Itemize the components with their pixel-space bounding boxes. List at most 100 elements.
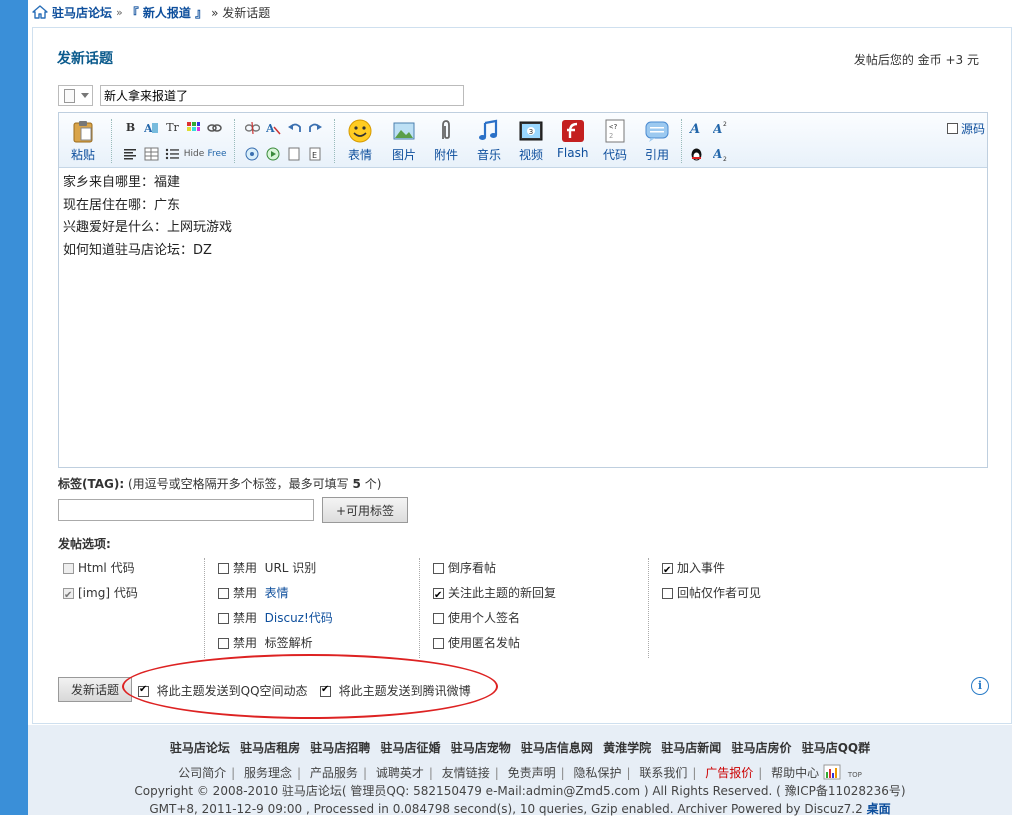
image-icon xyxy=(393,122,415,140)
subject-input[interactable] xyxy=(100,85,464,106)
footer-nav-link[interactable]: 友情链接 xyxy=(442,766,490,780)
discuz-code-link[interactable]: Discuz!代码 xyxy=(265,611,333,625)
submit-post-button[interactable]: 发新话题 xyxy=(58,677,132,702)
subscript-icon[interactable]: A2 xyxy=(713,147,728,161)
footer-link[interactable]: 驻马店招聘 xyxy=(310,741,370,755)
option-img-code[interactable]: [img] 代码 xyxy=(63,583,138,608)
color-grid-icon[interactable] xyxy=(186,121,201,135)
breadcrumb-forum-link[interactable]: 『 新人报道 』 xyxy=(127,4,207,21)
footer-desktop-link[interactable]: 桌面 xyxy=(867,802,891,816)
footer-link[interactable]: 驻马店新闻 xyxy=(661,741,721,755)
flash-button[interactable]: Flash xyxy=(557,119,588,160)
option-add-event[interactable]: 加入事件 xyxy=(662,558,761,583)
footer-link[interactable]: 驻马店宠物 xyxy=(451,741,511,755)
list-icon[interactable] xyxy=(165,147,180,161)
option-follow-replies[interactable]: 关注此主题的新回复 xyxy=(433,583,556,608)
superscript-icon[interactable]: A2 xyxy=(713,121,728,135)
footer-nav-link[interactable]: 帮助中心 xyxy=(771,766,819,780)
source-mode-toggle[interactable]: 源码 xyxy=(946,120,985,137)
back-to-top-link[interactable]: TOP xyxy=(848,771,862,779)
option-reverse-order[interactable]: 倒序看帖 xyxy=(433,558,556,583)
html-code-checkbox[interactable] xyxy=(63,563,74,574)
footer-link[interactable]: 驻马店征婚 xyxy=(380,741,440,755)
use-signature-checkbox[interactable] xyxy=(433,613,444,624)
font-color-icon[interactable]: A xyxy=(144,121,159,135)
font-size-button[interactable]: Tr xyxy=(165,121,180,135)
option-disable-url[interactable]: 禁用 URL 识别 xyxy=(218,558,333,583)
available-tags-button[interactable]: +可用标签 xyxy=(322,497,408,523)
footer-nav-link[interactable]: 诚聘英才 xyxy=(376,766,424,780)
quote-button[interactable]: 引用 xyxy=(645,119,669,163)
add-event-checkbox[interactable] xyxy=(662,561,673,581)
footer-link[interactable]: 驻马店租房 xyxy=(240,741,300,755)
footer-nav-link[interactable]: 产品服务 xyxy=(310,766,358,780)
emoticon-label: 表情 xyxy=(348,148,373,162)
footer-link[interactable]: 驻马店论坛 xyxy=(170,741,230,755)
code-button[interactable]: <? 2 代码 xyxy=(603,119,627,163)
footer-link[interactable]: 驻马店信息网 xyxy=(521,741,593,755)
option-disable-discuz-code[interactable]: 禁用 Discuz!代码 xyxy=(218,608,333,633)
footer-nav-link[interactable]: 免责声明 xyxy=(508,766,556,780)
footer-nav-link[interactable]: 隐私保护 xyxy=(573,766,621,780)
outdent-icon[interactable] xyxy=(266,147,281,161)
align-left-icon[interactable] xyxy=(123,147,138,161)
info-icon[interactable]: i xyxy=(971,677,989,695)
post-type-select[interactable] xyxy=(58,85,93,106)
source-mode-checkbox[interactable] xyxy=(946,123,958,134)
footer-ad-pricing-link[interactable]: 广告报价 xyxy=(705,766,753,780)
link-icon[interactable] xyxy=(207,121,222,135)
disable-label: 禁用 xyxy=(233,636,258,650)
breadcrumb-home-link[interactable]: 驻马店论坛 xyxy=(52,4,112,21)
footer-nav-link[interactable]: 服务理念 xyxy=(244,766,292,780)
option-anonymous[interactable]: 使用匿名发帖 xyxy=(433,633,556,658)
footer-link[interactable]: 驻马店房价 xyxy=(732,741,792,755)
disable-url-checkbox[interactable] xyxy=(218,563,229,574)
page-icon[interactable] xyxy=(287,147,302,161)
option-html-code[interactable]: Html 代码 xyxy=(63,558,138,583)
options-column-3: 倒序看帖 关注此主题的新回复 使用个人签名 使用匿名发帖 xyxy=(419,558,556,658)
hide-button[interactable]: Hide xyxy=(183,147,205,161)
reverse-order-checkbox[interactable] xyxy=(433,563,444,574)
footer-link[interactable]: 驻马店QQ群 xyxy=(802,741,870,755)
reply-author-only-checkbox[interactable] xyxy=(662,588,673,599)
video-button[interactable]: 3 视频 xyxy=(519,119,543,163)
music-button[interactable]: 音乐 xyxy=(477,119,501,163)
svg-text:A: A xyxy=(689,122,700,135)
svg-text:2: 2 xyxy=(723,121,727,128)
indent-icon[interactable] xyxy=(245,147,260,161)
free-button[interactable]: Free xyxy=(206,147,228,161)
image-button[interactable]: 图片 xyxy=(392,119,416,163)
disable-tags-checkbox[interactable] xyxy=(218,638,229,649)
disable-smilies-checkbox[interactable] xyxy=(218,588,229,599)
font-style-icon[interactable]: A xyxy=(689,121,704,135)
footer-nav-separator: | xyxy=(758,766,763,780)
redo-icon[interactable] xyxy=(308,121,323,135)
document-text-icon[interactable]: E xyxy=(308,147,323,161)
clear-format-icon[interactable]: A xyxy=(266,121,281,135)
anonymous-checkbox[interactable] xyxy=(433,638,444,649)
disable-discuz-checkbox[interactable] xyxy=(218,613,229,624)
option-use-signature[interactable]: 使用个人签名 xyxy=(433,608,556,633)
tag-input[interactable] xyxy=(58,499,314,521)
img-code-checkbox[interactable] xyxy=(63,586,74,606)
footer-nav-link[interactable]: 联系我们 xyxy=(639,766,687,780)
smilies-link[interactable]: 表情 xyxy=(265,586,289,600)
option-reply-author-only[interactable]: 回帖仅作者可见 xyxy=(662,583,761,608)
undo-icon[interactable] xyxy=(287,121,302,135)
unlink-icon[interactable] xyxy=(245,121,260,135)
bold-button[interactable]: B xyxy=(123,121,138,135)
footer-link[interactable]: 黄淮学院 xyxy=(603,741,651,755)
paste-button[interactable]: 粘贴 xyxy=(71,119,95,163)
footer-nav-link[interactable]: 公司简介 xyxy=(178,766,226,780)
home-icon[interactable] xyxy=(32,4,48,20)
qq-penguin-icon[interactable] xyxy=(689,147,704,161)
disable-label: 禁用 xyxy=(233,561,258,575)
emoticon-button[interactable]: 表情 xyxy=(348,119,372,163)
editor-content-area[interactable]: 家乡来自哪里：福建 现在居住在哪：广东 兴趣爱好是什么：上网玩游戏 如何知道驻马… xyxy=(63,172,983,262)
table-icon[interactable] xyxy=(144,147,159,161)
cnzz-stats-icon[interactable] xyxy=(823,764,841,780)
option-disable-smilies[interactable]: 禁用 表情 xyxy=(218,583,333,608)
follow-replies-checkbox[interactable] xyxy=(433,586,444,606)
follow-replies-label: 关注此主题的新回复 xyxy=(448,586,557,600)
attachment-button[interactable]: 附件 xyxy=(434,119,458,163)
